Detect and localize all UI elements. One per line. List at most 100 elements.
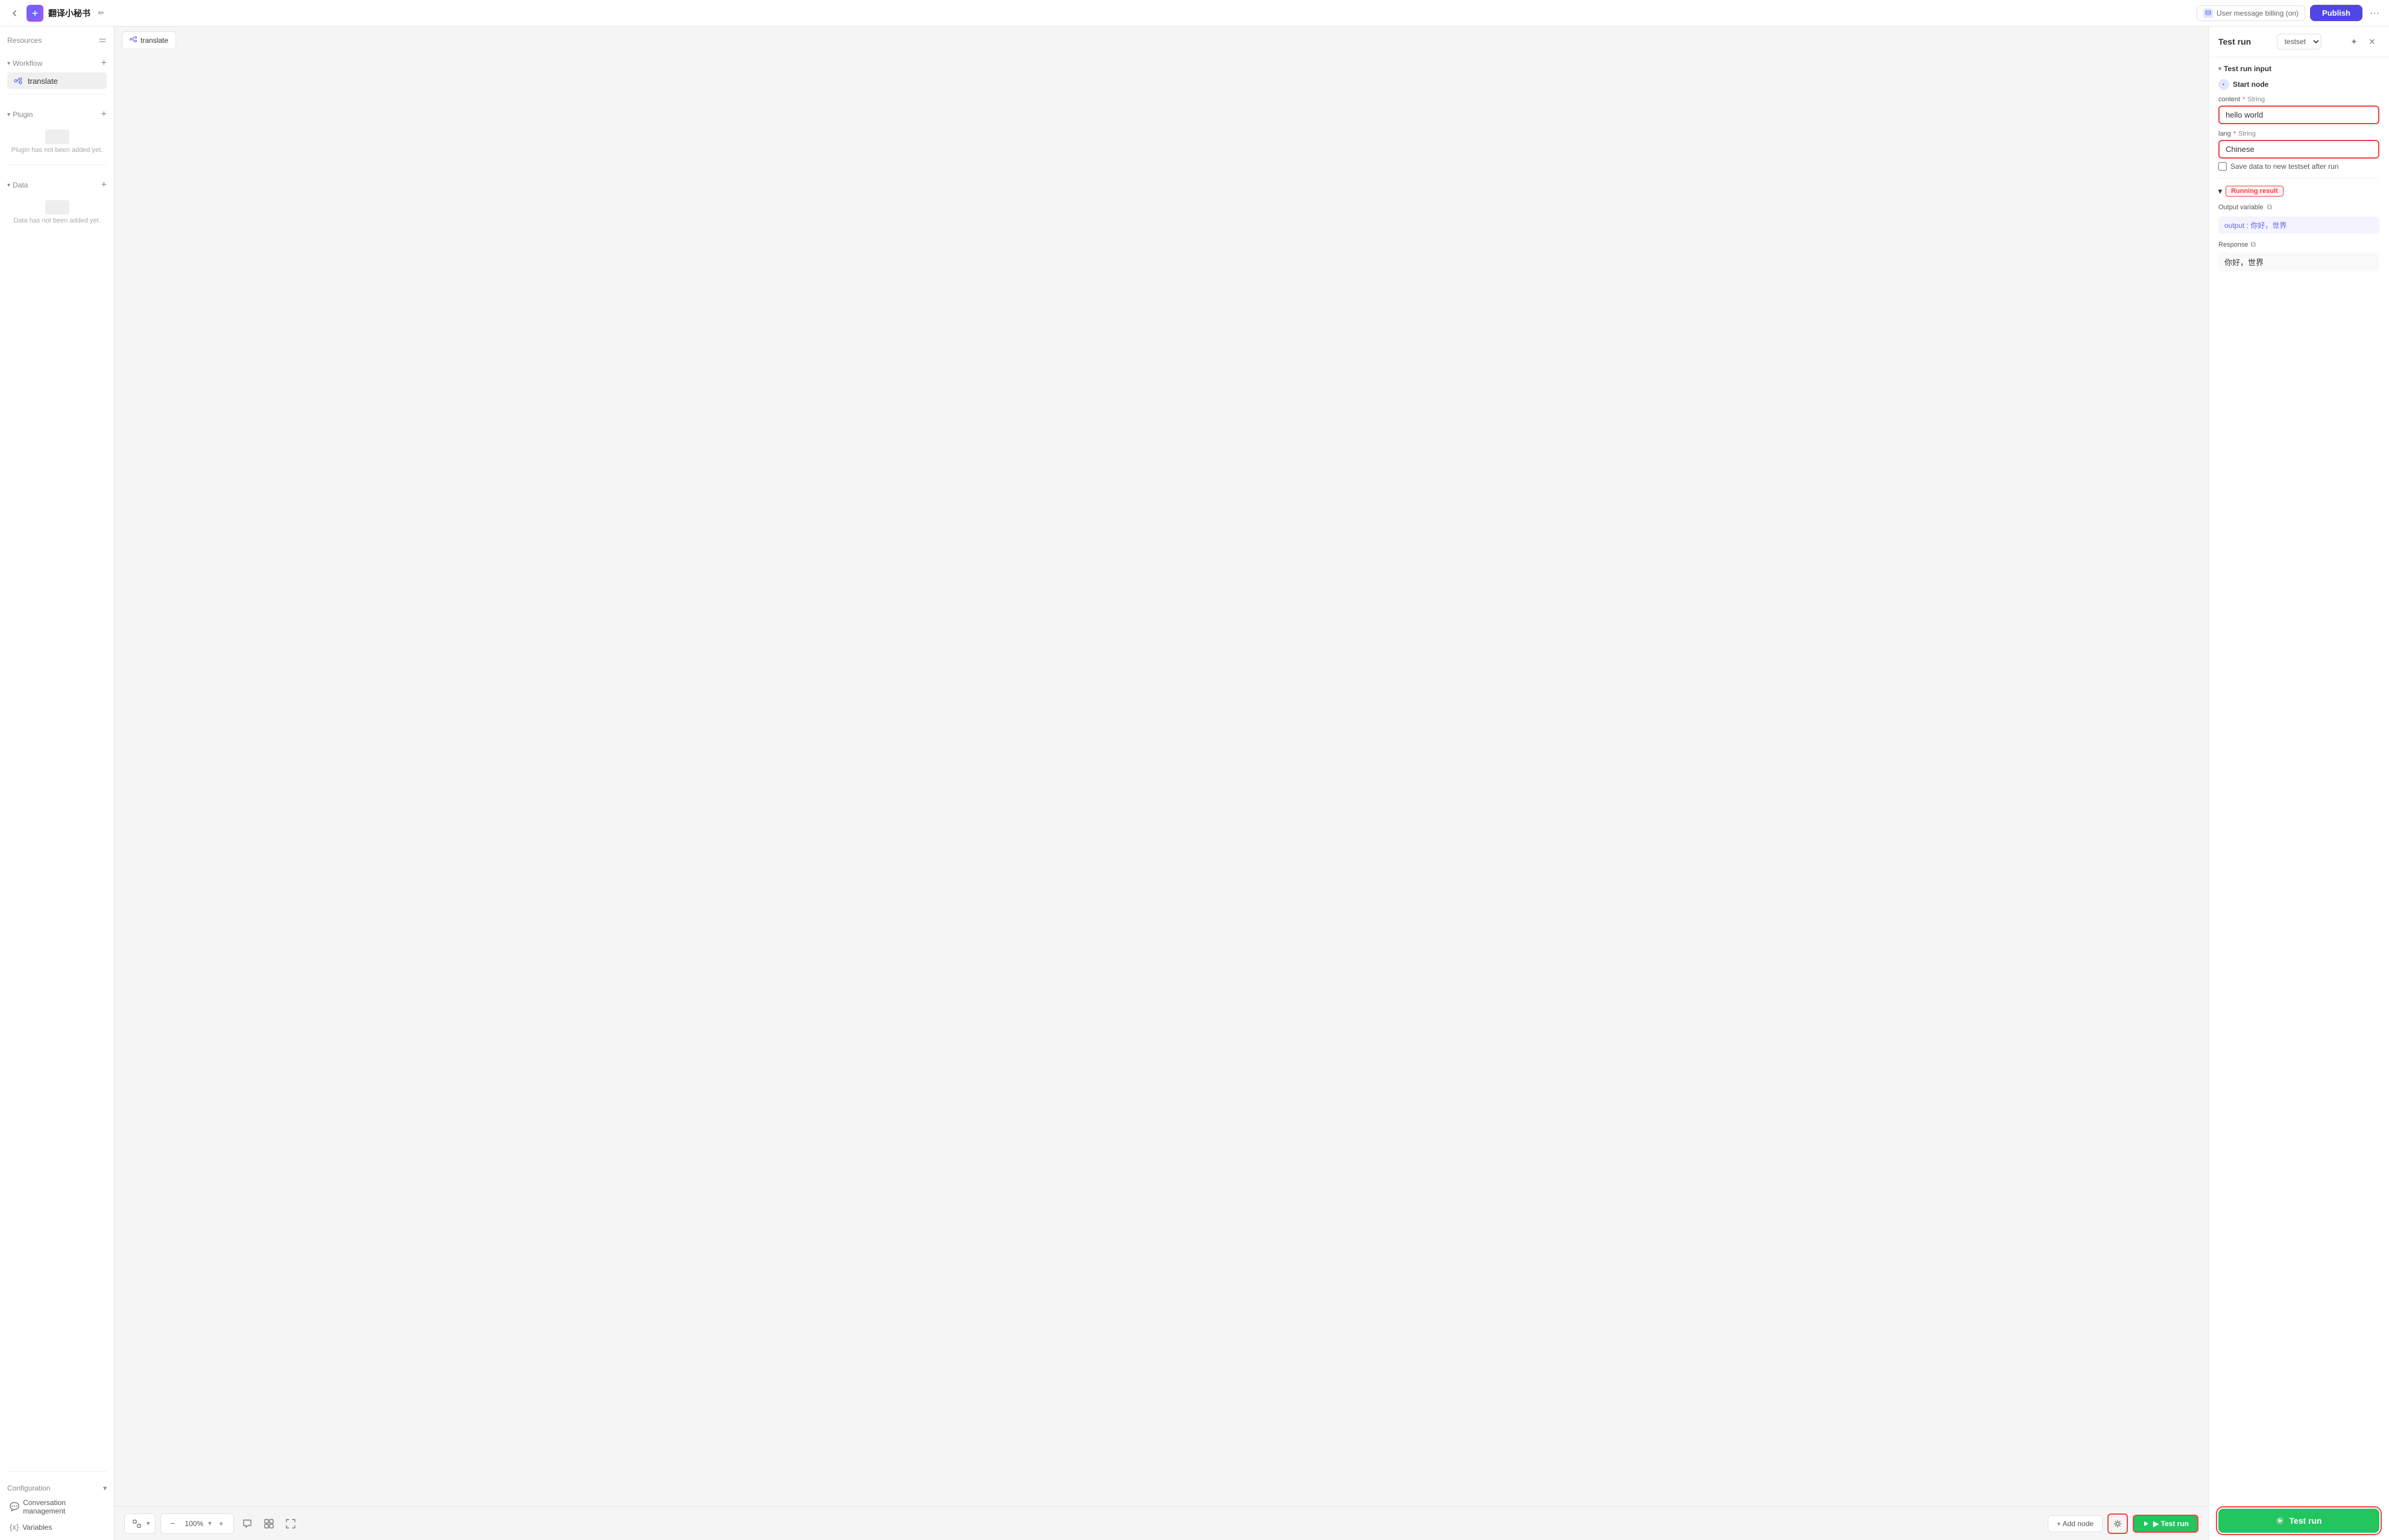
data-section: ▾ Data + Data has not been added yet. xyxy=(0,170,114,230)
panel-title: Test run xyxy=(2218,37,2251,46)
response-label-text: Response xyxy=(2218,241,2249,248)
start-node-panel-label: Start node xyxy=(2233,80,2268,89)
grid-button[interactable] xyxy=(260,1515,277,1532)
billing-label: User message billing (on) xyxy=(2217,9,2299,17)
chevron-view-icon[interactable]: ▾ xyxy=(147,1519,150,1527)
output-variable-label: Output variable xyxy=(2218,204,2264,211)
spark-icon[interactable]: ✦ xyxy=(2347,34,2361,49)
configuration-section: Configuration ▾ 💬 Conversation managemen… xyxy=(0,1477,114,1540)
plugin-section: ▾ Plugin + Plugin has not been added yet… xyxy=(0,99,114,160)
testset-select[interactable]: testset xyxy=(2277,34,2321,49)
panel-testset: testset xyxy=(2277,34,2321,49)
config-header[interactable]: Configuration ▾ xyxy=(7,1482,107,1495)
canvas-tab-translate[interactable]: translate xyxy=(122,31,176,48)
start-node-label: Start node xyxy=(2218,79,2379,90)
output-copy-icon[interactable]: ⧉ xyxy=(2267,203,2273,212)
resources-header[interactable]: Resources xyxy=(7,33,107,48)
sidebar-collapse-icon xyxy=(98,36,107,45)
billing-icon xyxy=(2203,8,2213,18)
data-add-icon[interactable]: + xyxy=(101,180,107,191)
running-result-section: ▾ Running result Output variable ⧉ outpu… xyxy=(2209,178,2389,279)
edit-icon[interactable]: ✏ xyxy=(95,7,107,19)
view-controls: ▾ xyxy=(124,1513,156,1534)
topbar: 翻译小秘书 ✏ User message billing (on) Publis… xyxy=(0,0,2389,27)
output-variable-row: Output variable ⧉ xyxy=(2218,203,2379,212)
test-run-canvas-icon xyxy=(2142,1520,2150,1527)
canvas-toolbar: ▾ − 100% ▾ + + Add node xyxy=(115,1506,2208,1540)
close-panel-icon[interactable]: ✕ xyxy=(2365,34,2379,49)
chevron-down-icon-3: ▾ xyxy=(7,182,10,189)
plugin-add-icon[interactable]: + xyxy=(101,109,107,120)
content-label-text: content xyxy=(2218,96,2240,103)
zoom-controls: − 100% ▾ + xyxy=(160,1513,234,1534)
zoom-out-button[interactable]: − xyxy=(166,1516,180,1531)
zoom-in-button[interactable]: + xyxy=(214,1516,229,1531)
test-run-input-title: ▾ Test run input xyxy=(2218,65,2379,73)
chevron-down-icon: ▾ xyxy=(7,60,10,67)
test-run-input-section: ▾ Test run input Start node content * St… xyxy=(2209,57,2389,178)
config-label: Configuration xyxy=(7,1484,50,1492)
panel-header: Test run testset ✦ ✕ xyxy=(2209,27,2389,57)
data-header[interactable]: ▾ Data + xyxy=(7,176,107,194)
canvas-tabs: translate xyxy=(115,27,2208,48)
resources-label: Resources xyxy=(7,36,42,45)
settings-canvas-icon[interactable] xyxy=(2107,1513,2128,1534)
conversation-management-item[interactable]: 💬 Conversation management xyxy=(7,1495,107,1519)
zoom-chevron-icon[interactable]: ▾ xyxy=(208,1519,212,1527)
data-empty-state: Data has not been added yet. xyxy=(7,194,107,230)
sidebar-item-translate[interactable]: translate xyxy=(7,72,107,89)
sidebar-divider-3 xyxy=(7,1471,107,1472)
workflow-header[interactable]: ▾ Workflow + xyxy=(7,54,107,72)
publish-button[interactable]: Publish xyxy=(2310,5,2362,21)
data-empty-text: Data has not been added yet. xyxy=(13,217,100,224)
billing-button[interactable]: User message billing (on) xyxy=(2197,5,2305,21)
translate-item-label: translate xyxy=(28,77,58,86)
test-run-canvas-button[interactable]: ▶ Test run xyxy=(2133,1515,2198,1533)
lang-type-text: String xyxy=(2238,130,2256,137)
response-label-row: Response ⧉ xyxy=(2218,240,2379,249)
output-value: output : 你好，世界 xyxy=(2218,216,2379,234)
workflow-add-icon[interactable]: + xyxy=(101,58,107,69)
test-run-canvas-label: ▶ Test run xyxy=(2153,1519,2189,1528)
canvas-tab-icon xyxy=(130,36,137,45)
content-required-mark: * xyxy=(2242,96,2245,103)
expand-button[interactable] xyxy=(282,1515,299,1532)
data-empty-icon xyxy=(45,200,69,215)
back-button[interactable] xyxy=(7,6,22,21)
result-chevron-icon: ▾ xyxy=(2218,187,2222,195)
resources-section: Resources xyxy=(0,27,114,48)
variables-item[interactable]: {x} Variables xyxy=(7,1519,107,1535)
right-panel: Test run testset ✦ ✕ ▾ Test run input St… xyxy=(2208,27,2389,1540)
more-icon[interactable]: ⋯ xyxy=(2367,6,2382,21)
content-field-label: content * String xyxy=(2218,96,2379,103)
app-logo xyxy=(27,5,43,22)
lang-input[interactable] xyxy=(2218,140,2379,159)
content-type-text: String xyxy=(2247,96,2265,103)
content-input[interactable] xyxy=(2218,106,2379,124)
comment-button[interactable] xyxy=(239,1515,256,1532)
running-result-title: ▾ Running result xyxy=(2218,186,2379,197)
variables-icon: {x} xyxy=(10,1523,19,1532)
save-data-label: Save data to new testset after run xyxy=(2230,162,2338,171)
test-run-panel-icon xyxy=(2276,1516,2284,1525)
plugin-empty-state: Plugin has not been added yet. xyxy=(7,124,107,160)
plugin-label: Plugin xyxy=(13,110,33,119)
workflow-label: Workflow xyxy=(13,59,42,68)
plugin-empty-text: Plugin has not been added yet. xyxy=(11,147,103,154)
canvas-area: translate xyxy=(115,27,2208,1540)
workflow-section: ▾ Workflow + translate xyxy=(0,48,114,89)
add-node-button[interactable]: + Add node xyxy=(2048,1515,2103,1532)
panel-footer: Test run xyxy=(2209,1501,2389,1540)
test-run-panel-button[interactable]: Test run xyxy=(2218,1509,2379,1533)
response-copy-icon[interactable]: ⧉ xyxy=(2251,240,2256,249)
plugin-header[interactable]: ▾ Plugin + xyxy=(7,106,107,124)
zoom-level: 100% xyxy=(183,1519,206,1528)
data-label: Data xyxy=(13,181,28,189)
save-data-checkbox[interactable] xyxy=(2218,162,2227,171)
config-chevron-icon: ▾ xyxy=(103,1484,107,1492)
lang-required-mark: * xyxy=(2233,130,2236,137)
plugin-empty-icon xyxy=(45,130,69,144)
start-node-panel-icon xyxy=(2218,79,2229,90)
fit-view-button[interactable] xyxy=(130,1516,144,1531)
main-layout: Resources ▾ Workflow + translate xyxy=(0,27,2389,1540)
